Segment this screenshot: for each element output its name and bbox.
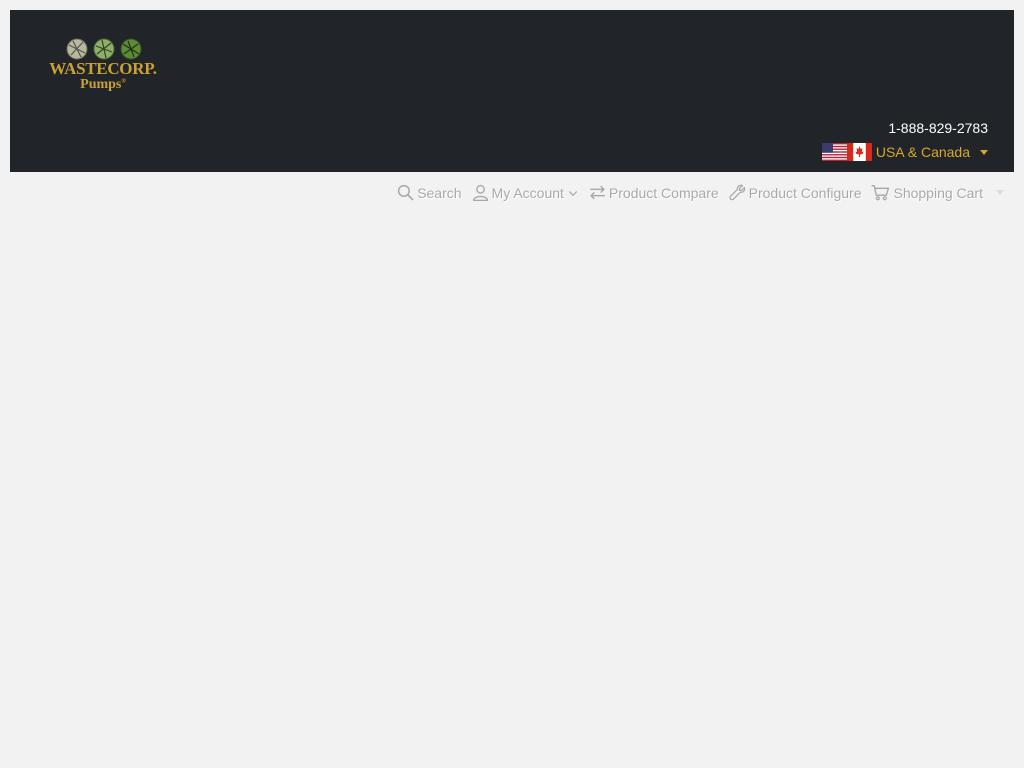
cart-icon [872, 184, 890, 201]
nav-shopping-cart-label: Shopping Cart [893, 184, 983, 201]
nav-product-compare[interactable]: Product Compare [589, 184, 719, 201]
wrench-icon [729, 184, 745, 201]
nav-search-label: Search [417, 184, 462, 201]
canada-flag-icon [846, 143, 872, 161]
region-selector[interactable]: USA & Canada [821, 143, 988, 161]
nav-my-account[interactable]: My Account [472, 184, 579, 201]
nav-product-configure[interactable]: Product Configure [729, 184, 862, 201]
nav-product-compare-label: Product Compare [608, 184, 719, 201]
region-flags [821, 143, 872, 161]
region-label: USA & Canada [875, 144, 970, 160]
exchange-icon [589, 185, 605, 200]
phone-number[interactable]: 1-888-829-2783 [888, 120, 988, 136]
site-header: WASTECORP. Pumps® 1-888-829-2783 USA & C… [10, 10, 1014, 172]
nav-search[interactable]: Search [397, 184, 462, 201]
chevron-down-icon [996, 190, 1004, 195]
logo-wordmark: WASTECORP. [49, 59, 157, 78]
chevron-down-icon [568, 190, 578, 196]
logo[interactable]: WASTECORP. Pumps® [40, 38, 166, 100]
chevron-down-icon [980, 149, 988, 155]
nav-shopping-cart[interactable]: Shopping Cart [871, 184, 1004, 201]
nav-product-configure-label: Product Configure [748, 184, 862, 201]
logo-balls-icon [66, 38, 142, 60]
top-nav: Search My Account Product Compare Produc… [397, 184, 1004, 201]
search-icon [398, 184, 414, 201]
user-icon [472, 184, 488, 201]
nav-my-account-label: My Account [491, 184, 564, 201]
us-flag-icon [821, 143, 847, 161]
logo-subtitle: Pumps® [80, 77, 126, 92]
